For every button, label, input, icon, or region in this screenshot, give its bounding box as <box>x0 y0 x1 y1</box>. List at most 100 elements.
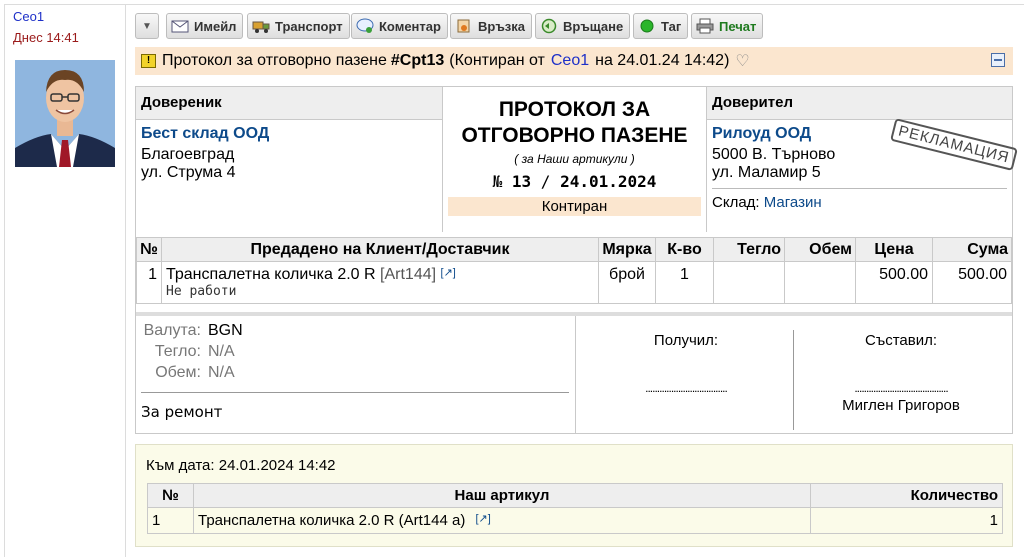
depositor-city: Благоевград <box>141 146 235 163</box>
warning-icon: ! <box>141 54 156 68</box>
email-icon <box>171 18 189 34</box>
protocol-date: 24.01.2024 <box>560 172 657 191</box>
totals-block: Валута: BGN Тегло: N/A Обем: N/A За ремо… <box>136 316 576 434</box>
posted-by-link[interactable]: Ceo1 <box>551 52 589 70</box>
avatar <box>15 60 115 167</box>
return-label: Връщане <box>563 18 624 34</box>
number-separator: / <box>540 172 551 191</box>
more-dropdown-button[interactable]: ▼ <box>135 13 159 39</box>
row-qty: 1 <box>655 261 714 304</box>
email-button[interactable]: Имейл <box>166 13 244 39</box>
heart-icon[interactable]: ♡ <box>735 51 749 71</box>
row-item: Транспалетна количка 2.0 R [Art144] [↗] … <box>161 261 599 304</box>
posted-suffix: на 24.01.24 14:42) <box>595 52 730 69</box>
volume-label: Обем: <box>155 364 201 381</box>
row-number: 1 <box>136 261 162 304</box>
print-button[interactable]: Печат <box>691 13 764 39</box>
col-volume: Обем <box>784 237 856 262</box>
col-amount: Сума <box>932 237 1012 262</box>
table-row: 1 Транспалетна количка 2.0 R (Art144 а) … <box>147 507 1003 534</box>
weight-label: Тегло: <box>154 343 201 360</box>
transport-label: Транспорт <box>275 18 343 34</box>
annex-col-qty: Количество <box>810 483 1003 508</box>
remark-text: За ремонт <box>141 403 223 421</box>
row-weight <box>713 261 785 304</box>
composed-name: Миглен Григоров <box>842 397 960 414</box>
annex-row-number: 1 <box>147 507 194 534</box>
annex-row-qty: 1 <box>810 507 1003 534</box>
col-qty: К-во <box>655 237 714 262</box>
trustee-heading: Доверител <box>707 87 1012 120</box>
row-volume <box>784 261 856 304</box>
received-dots: ................................... <box>645 381 728 395</box>
row-unit: брой <box>598 261 656 304</box>
status-badge: Контиран <box>448 197 701 216</box>
col-number: № <box>136 237 162 262</box>
comment-icon <box>356 18 374 34</box>
col-item: Предадено на Клиент/Доставчик <box>161 237 599 262</box>
author-link[interactable]: Ceo1 <box>13 9 44 24</box>
items-header-row: № Предадено на Клиент/Доставчик Мярка К-… <box>136 237 1012 262</box>
item-code[interactable]: Art144 <box>384 266 431 283</box>
external-link-icon[interactable]: [↗] <box>441 267 456 279</box>
store-label: Склад: <box>712 194 760 211</box>
protocol-document: Довереник Бест склад ООД Благоевград ул.… <box>135 86 1018 434</box>
document-number[interactable]: #Cpt13 <box>391 52 444 70</box>
return-icon <box>540 18 558 34</box>
number-label: № <box>492 172 503 191</box>
annex-header-row: № Наш артикул Количество <box>147 483 1003 508</box>
comment-button[interactable]: Коментар <box>351 13 448 39</box>
col-price: Цена <box>855 237 933 262</box>
protocol-header: ПРОТОКОЛ ЗА ОТГОВОРНО ПАЗЕНЕ ( за Наши а… <box>443 87 706 232</box>
post-time: Днес 14:41 <box>13 30 79 45</box>
collapse-button[interactable] <box>991 53 1005 67</box>
composed-label: Съставил: <box>864 332 938 349</box>
link-label: Връзка <box>478 18 526 34</box>
item-code-close: ] <box>431 266 437 283</box>
email-label: Имейл <box>194 18 237 34</box>
items-table: № Предадено на Клиент/Доставчик Мярка К-… <box>136 237 1012 304</box>
tag-dot-icon <box>638 18 656 34</box>
tag-button[interactable]: Таг <box>633 13 689 39</box>
annex-date: Към дата: 24.01.2024 14:42 <box>146 457 336 474</box>
truck-icon <box>252 18 270 34</box>
currency-value: BGN <box>208 322 243 339</box>
return-button[interactable]: Връщане <box>535 13 631 39</box>
protocol-title-line2: ОТГОВОРНО ПАЗЕНЕ <box>461 124 688 147</box>
document-titlebar: ! Протокол за отговорно пазене #Cpt13 (К… <box>135 47 1013 75</box>
currency-label: Валута: <box>143 322 201 339</box>
link-button[interactable]: Връзка <box>450 13 533 39</box>
depositor-name[interactable]: Бест склад ООД <box>136 120 442 143</box>
table-row: 1 Транспалетна количка 2.0 R [Art144] [↗… <box>136 261 1012 304</box>
annex-col-number: № <box>147 483 194 508</box>
composed-dots: ........................................ <box>854 381 948 395</box>
item-note: Не работи <box>166 284 237 299</box>
col-weight: Тегло <box>713 237 785 262</box>
stock-annex: Към дата: 24.01.2024 14:42 № Наш артикул… <box>135 444 1013 547</box>
annex-row-item: Транспалетна количка 2.0 R (Art144 а) [↗… <box>193 507 811 534</box>
received-signature: Получил: ...............................… <box>606 332 766 395</box>
avatar-image <box>15 60 115 167</box>
composed-signature: Съставил: ..............................… <box>826 332 976 414</box>
store-link[interactable]: Магазин <box>764 194 822 211</box>
row-amount: 500.00 <box>932 261 1012 304</box>
document-title: Протокол за отговорно пазене <box>162 52 387 69</box>
weight-value: N/A <box>208 343 235 360</box>
link-icon <box>455 18 473 34</box>
annex-item-name: Транспалетна количка 2.0 R (Art144 а) <box>198 512 466 529</box>
comment-label: Коментар <box>379 18 441 34</box>
received-label: Получил: <box>653 332 719 349</box>
depositor-street: ул. Струма 4 <box>141 164 236 181</box>
remark-divider <box>141 392 569 393</box>
transport-button[interactable]: Транспорт <box>247 13 350 39</box>
signature-divider <box>793 330 794 430</box>
annex-table: № Наш артикул Количество 1 Транспалетна … <box>147 483 1003 534</box>
col-unit: Мярка <box>598 237 656 262</box>
protocol-subtitle: ( за Наши артикули ) <box>514 152 635 166</box>
external-link-icon[interactable]: [↗] <box>476 513 491 525</box>
protocol-number-line: № 13 / 24.01.2024 <box>443 172 706 191</box>
chevron-down-icon: ▼ <box>142 20 152 32</box>
depositor-heading: Довереник <box>136 87 442 120</box>
item-name: Транспалетна количка 2.0 R <box>166 266 376 283</box>
printer-icon <box>696 18 714 34</box>
